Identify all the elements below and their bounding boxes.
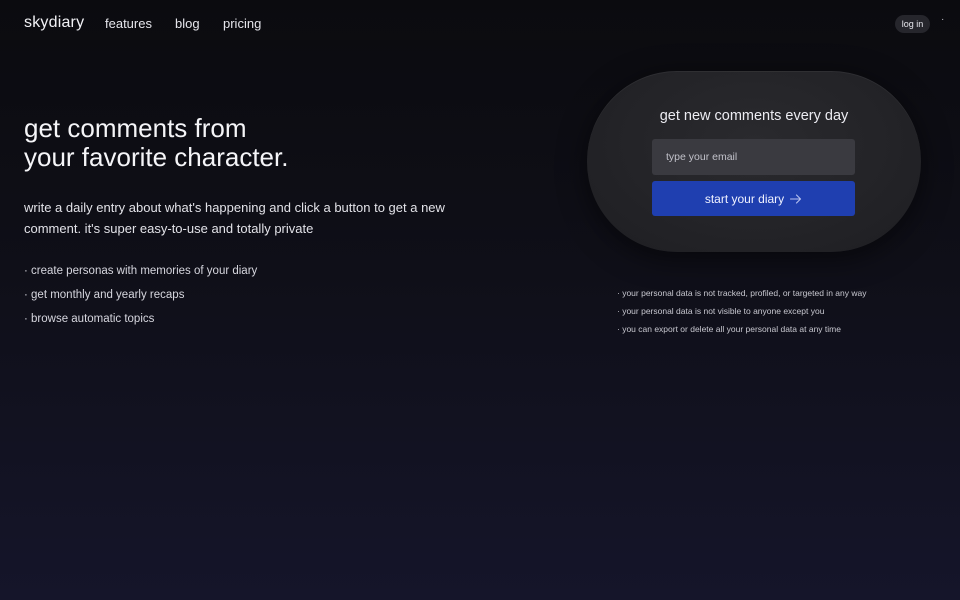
- feature-item: · create personas with memories of your …: [24, 265, 258, 277]
- hero-title-line-1: get comments from: [24, 113, 247, 143]
- privacy-item: · your personal data is not tracked, pro…: [617, 288, 867, 298]
- nav-link-pricing[interactable]: pricing: [223, 16, 261, 31]
- top-nav: skydiary features blog pricing log in ·: [0, 0, 960, 48]
- hero-title-line-2: your favorite character.: [24, 142, 289, 172]
- brand-logo[interactable]: skydiary: [24, 14, 84, 32]
- menu-dot-icon[interactable]: ·: [941, 14, 944, 25]
- privacy-list: · your personal data is not tracked, pro…: [617, 286, 866, 340]
- feature-item: · browse automatic topics: [24, 313, 155, 325]
- nav-link-features[interactable]: features: [105, 16, 152, 31]
- login-button[interactable]: log in: [895, 15, 930, 33]
- privacy-item: · you can export or delete all your pers…: [617, 324, 841, 334]
- start-diary-button[interactable]: start your diary: [652, 181, 855, 216]
- start-diary-label: start your diary: [704, 191, 785, 206]
- privacy-item: · your personal data is not visible to a…: [617, 306, 825, 316]
- email-input[interactable]: [652, 139, 855, 175]
- signup-title: get new comments every day: [659, 108, 849, 124]
- nav-link-blog[interactable]: blog: [175, 16, 200, 31]
- arrow-right-icon: [790, 193, 802, 204]
- signup-card: get new comments every day start your di…: [587, 71, 921, 252]
- hero-title: get comments from your favorite characte…: [24, 114, 444, 172]
- feature-list: · create personas with memories of your …: [24, 262, 257, 334]
- feature-item: · get monthly and yearly recaps: [24, 289, 185, 301]
- hero-description: write a daily entry about what's happeni…: [24, 200, 445, 236]
